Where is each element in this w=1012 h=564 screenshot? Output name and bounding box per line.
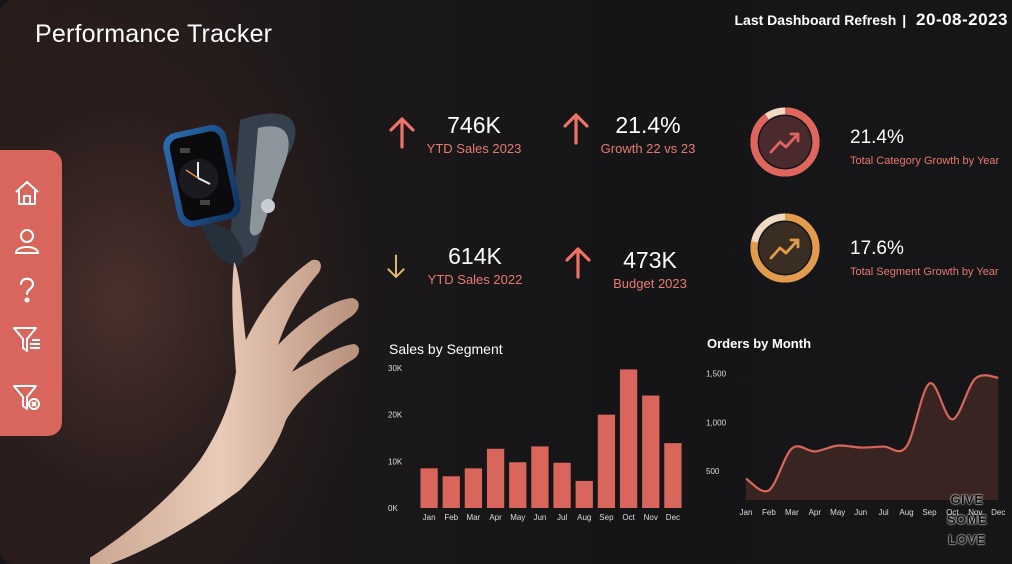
trend-up-arrow-icon [389,117,415,149]
x-tick-label: Oct [622,513,635,522]
help-button[interactable] [10,272,44,306]
bar [597,414,616,508]
sales-by-segment-chart: 0K 10K 20K 30K Jan Feb Mar Apr May Jun Jul Aug Sep Oc… [388,364,682,522]
bar [486,448,505,508]
x-tick-label: Apr [809,508,822,517]
kpi-ytd-sales-2022: 614K YTD Sales 2022 [422,242,528,287]
gauge-label: Total Segment Growth by Year [850,266,999,278]
kpi-label: YTD Sales 2022 [427,272,523,287]
gauge-label: Total Category Growth by Year [850,155,1000,167]
kpi-label: Growth 22 vs 23 [600,141,696,156]
x-tick-label: Nov [644,513,658,522]
clear-filter-button[interactable] [10,380,44,414]
x-tick-label: Jan [423,513,436,522]
x-tick-label: Dec [666,513,680,522]
trend-up-arrow-icon [565,247,591,279]
kpi-budget-2023: 473K Budget 2023 [602,246,698,291]
bar [575,480,593,508]
y-tick-label: 10K [388,457,403,466]
user-icon [14,229,40,254]
bar [442,476,460,508]
watermark-line: LOVE [948,532,986,547]
dashboard: Performance Tracker Last Dashboard Refre… [0,0,1012,564]
bar [553,462,571,508]
x-tick-label: Mar [467,513,481,522]
category-growth-kpi: 21.4% Total Category Growth by Year [850,127,999,167]
trend-up-arrow-icon [563,113,589,145]
bar [531,446,549,508]
refresh-date: 20-08-2023 [916,10,1008,29]
filter-button[interactable] [10,322,44,356]
x-tick-label: Feb [762,508,776,517]
y-tick-label: 20K [388,411,403,420]
segment-growth-kpi: 17.6% Total Segment Growth by Year [850,238,999,278]
x-tick-label: Sep [922,508,937,517]
segment-growth-gauge [750,213,820,283]
watermark: GIVE SOME LOVE [942,490,992,550]
y-tick-label: 30K [388,364,403,373]
bar [509,462,527,508]
user-button[interactable] [10,224,44,258]
gauge-value: 17.6% [850,238,904,259]
bar [619,369,638,508]
x-tick-label: Jun [854,508,867,517]
x-tick-label: Jul [878,508,888,517]
kpi-label: Budget 2023 [613,276,687,291]
home-button[interactable] [10,176,44,210]
bar [464,468,483,508]
kpi-ytd-sales-2023: 746K YTD Sales 2023 [420,111,528,156]
area-fill [746,375,999,500]
x-tick-label: Jun [533,513,546,522]
x-tick-label: May [510,513,525,522]
x-tick-label: Jan [740,508,753,517]
watermark-line: GIVE [950,492,984,507]
sidebar-nav [0,150,62,436]
watermark-line: SOME [946,512,988,527]
y-tick-label: 0K [388,504,398,513]
kpi-growth: 21.4% Growth 22 vs 23 [596,111,700,156]
refresh-separator: | [902,12,907,28]
sales-by-segment-title: Sales by Segment [389,341,503,357]
x-tick-label: Mar [785,508,799,517]
kpi-value: 21.4% [615,112,681,138]
watch-hand-illustration [90,113,359,564]
x-tick-label: Aug [577,513,591,522]
orders-by-month-title: Orders by Month [707,336,812,351]
kpi-value: 614K [448,243,502,269]
bar [642,395,660,508]
last-refresh: Last Dashboard Refresh | 20-08-2023 [735,10,1009,30]
x-tick-label: Feb [444,513,458,522]
filter-icon [13,327,40,352]
kpi-value: 473K [623,247,677,273]
gauge-value: 21.4% [850,127,904,148]
x-tick-label: Aug [899,508,913,517]
y-tick-label: 1,000 [706,418,727,427]
bar [664,443,682,508]
x-tick-label: Sep [599,513,614,522]
x-tick-label: May [830,508,845,517]
help-icon [19,277,35,303]
x-tick-label: Apr [489,513,502,522]
refresh-label: Last Dashboard Refresh [734,12,897,28]
clear-filter-icon [13,385,40,410]
trend-down-arrow-icon [387,254,405,278]
y-tick-label: 500 [706,467,720,476]
page-title: Performance Tracker [35,20,273,48]
kpi-label: YTD Sales 2023 [426,141,522,156]
x-tick-label: Jul [557,513,567,522]
x-tick-label: Dec [991,508,1005,517]
bar [420,468,438,508]
y-tick-label: 1,500 [706,370,727,379]
category-growth-gauge [750,107,820,177]
home-icon [15,181,39,205]
kpi-value: 746K [447,112,501,138]
